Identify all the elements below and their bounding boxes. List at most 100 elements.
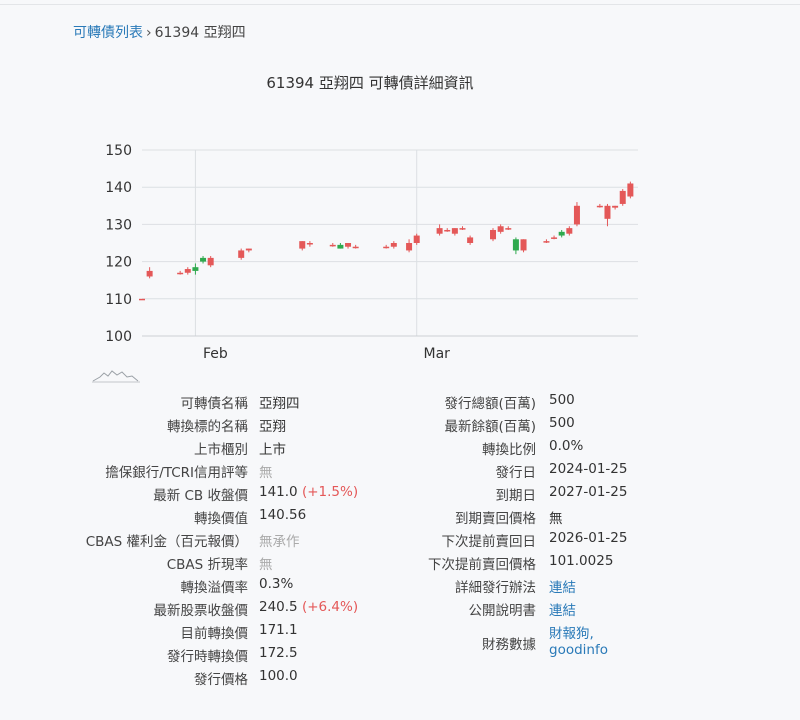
candle-body[interactable] bbox=[573, 205, 580, 225]
candle-body[interactable] bbox=[306, 243, 313, 245]
info-link[interactable]: 財報狗, goodinfo bbox=[549, 622, 608, 658]
x-tick-label: Mar bbox=[423, 346, 450, 362]
info-value: 101.0025 bbox=[549, 553, 613, 569]
candle-body[interactable] bbox=[467, 237, 474, 243]
candle-body[interactable] bbox=[558, 231, 565, 236]
candle-body[interactable] bbox=[192, 267, 199, 271]
candle-body[interactable] bbox=[299, 241, 306, 249]
price-candlestick-chart[interactable]: 100 110 120 130 140 150 Feb Mar bbox=[0, 130, 660, 365]
candle-body[interactable] bbox=[604, 205, 611, 219]
info-value: 2027-01-25 bbox=[549, 484, 627, 500]
x-tick-label: Feb bbox=[203, 346, 228, 362]
candle-body[interactable] bbox=[406, 243, 413, 251]
breadcrumb-link-cb-list[interactable]: 可轉債列表 bbox=[73, 25, 143, 41]
info-value-text: 500 bbox=[549, 392, 575, 408]
candle-body[interactable] bbox=[627, 183, 634, 197]
info-label: 下次提前賣回價格 bbox=[428, 557, 536, 573]
candle-body[interactable] bbox=[329, 244, 336, 247]
candle-body[interactable] bbox=[543, 241, 550, 243]
info-row: 到期日 2027-01-25 bbox=[0, 484, 800, 507]
info-value-text: 500 bbox=[549, 415, 575, 431]
info-value-text: 101.0025 bbox=[549, 553, 614, 569]
info-row: 發行價格 100.0 bbox=[0, 668, 800, 691]
info-label: 詳細發行辦法 bbox=[455, 580, 536, 596]
info-label: 發行日 bbox=[495, 465, 537, 481]
y-tick-label: 130 bbox=[105, 217, 132, 233]
candle-body[interactable] bbox=[505, 228, 512, 230]
info-value: 500 bbox=[549, 415, 575, 431]
chart-navigator-icon[interactable] bbox=[92, 368, 140, 384]
info-label: 最新餘額(百萬) bbox=[444, 419, 536, 435]
candle-body[interactable] bbox=[490, 229, 497, 240]
info-value-text: 2024-01-25 bbox=[549, 461, 628, 477]
info-row: 財務數據 財報狗, goodinfo bbox=[0, 622, 800, 668]
candle-body[interactable] bbox=[619, 190, 626, 204]
breadcrumb-current: 61394 亞翔四 bbox=[154, 25, 246, 41]
candle-body[interactable] bbox=[184, 269, 191, 273]
y-tick-label: 120 bbox=[105, 255, 132, 271]
candle-body[interactable] bbox=[436, 228, 443, 234]
candle-body[interactable] bbox=[444, 229, 451, 232]
candle-body[interactable] bbox=[497, 226, 504, 232]
info-value-text: 連結 bbox=[549, 603, 576, 619]
breadcrumb: 可轉債列表 › 61394 亞翔四 bbox=[73, 22, 246, 42]
candle-body[interactable] bbox=[245, 248, 252, 251]
info-value-text: 無 bbox=[549, 511, 563, 527]
candle-body[interactable] bbox=[459, 228, 466, 230]
info-value-text: 連結 bbox=[549, 580, 576, 596]
info-label: 下次提前賣回日 bbox=[441, 534, 537, 550]
info-label: 到期日 bbox=[495, 488, 537, 504]
info-row: 下次提前賣回日 2026-01-25 bbox=[0, 530, 800, 553]
info-label: 財務數據 bbox=[482, 637, 536, 653]
info-row: 轉換比例 0.0% bbox=[0, 438, 800, 461]
candle-body[interactable] bbox=[520, 239, 527, 251]
info-row: 發行總額(百萬) 500 bbox=[0, 392, 800, 415]
candle-body[interactable] bbox=[551, 237, 558, 239]
info-value: 0.0% bbox=[549, 438, 583, 454]
candle-body[interactable] bbox=[345, 243, 352, 247]
info-link[interactable]: 連結 bbox=[549, 599, 576, 619]
info-label: 發行總額(百萬) bbox=[444, 396, 536, 412]
goodinfo-link[interactable]: goodinfo bbox=[549, 642, 608, 658]
info-row: 到期賣回價格無 bbox=[0, 507, 800, 530]
breadcrumb-separator: › bbox=[146, 25, 152, 41]
y-tick-label: 150 bbox=[105, 143, 132, 159]
info-value: 500 bbox=[549, 392, 575, 408]
candle-body[interactable] bbox=[207, 257, 214, 266]
candle-body[interactable] bbox=[390, 243, 397, 247]
info-value-text: 100.0 bbox=[259, 668, 298, 684]
info-row: 發行日 2024-01-25 bbox=[0, 461, 800, 484]
y-tick-label: 110 bbox=[105, 292, 132, 308]
candle-body[interactable] bbox=[146, 270, 153, 277]
candle-body[interactable] bbox=[413, 235, 420, 243]
candle-body[interactable] bbox=[612, 205, 619, 208]
info-row: 下次提前賣回價格 101.0025 bbox=[0, 553, 800, 576]
candle-body[interactable] bbox=[512, 239, 519, 251]
candle-body[interactable] bbox=[139, 298, 145, 301]
info-label: 公開說明書 bbox=[468, 603, 537, 619]
candle-body[interactable] bbox=[383, 246, 390, 249]
candle-body[interactable] bbox=[566, 228, 573, 234]
candle-body[interactable] bbox=[352, 246, 359, 249]
candle-body[interactable] bbox=[200, 257, 207, 262]
info-link[interactable]: 連結 bbox=[549, 576, 576, 596]
top-divider bbox=[0, 4, 800, 5]
info-row: 公開說明書 連結 bbox=[0, 599, 800, 622]
y-tick-label: 140 bbox=[105, 180, 132, 196]
candle-body[interactable] bbox=[238, 250, 245, 258]
candle-body[interactable] bbox=[177, 272, 184, 275]
info-row: 最新餘額(百萬) 500 bbox=[0, 415, 800, 438]
info-label: 到期賣回價格 bbox=[455, 511, 536, 527]
bond-info-right: 發行總額(百萬) 500 最新餘額(百萬) 500 轉換比例 0.0% 發行日 2024-01… bbox=[0, 392, 800, 668]
caibaogou-link[interactable]: 財報狗, bbox=[549, 622, 608, 642]
y-tick-label: 100 bbox=[105, 329, 132, 345]
page-title: 61394 亞翔四 可轉債詳細資訊 bbox=[266, 74, 474, 92]
candle-body[interactable] bbox=[451, 228, 458, 234]
info-value: 100.0 bbox=[259, 668, 298, 684]
info-value-text: 2027-01-25 bbox=[549, 484, 628, 500]
info-value: 2026-01-25 bbox=[549, 530, 627, 546]
info-label: 轉換比例 bbox=[482, 442, 536, 458]
candle-body[interactable] bbox=[596, 205, 603, 208]
info-value: 無 bbox=[549, 507, 563, 527]
candle-body[interactable] bbox=[337, 244, 344, 249]
